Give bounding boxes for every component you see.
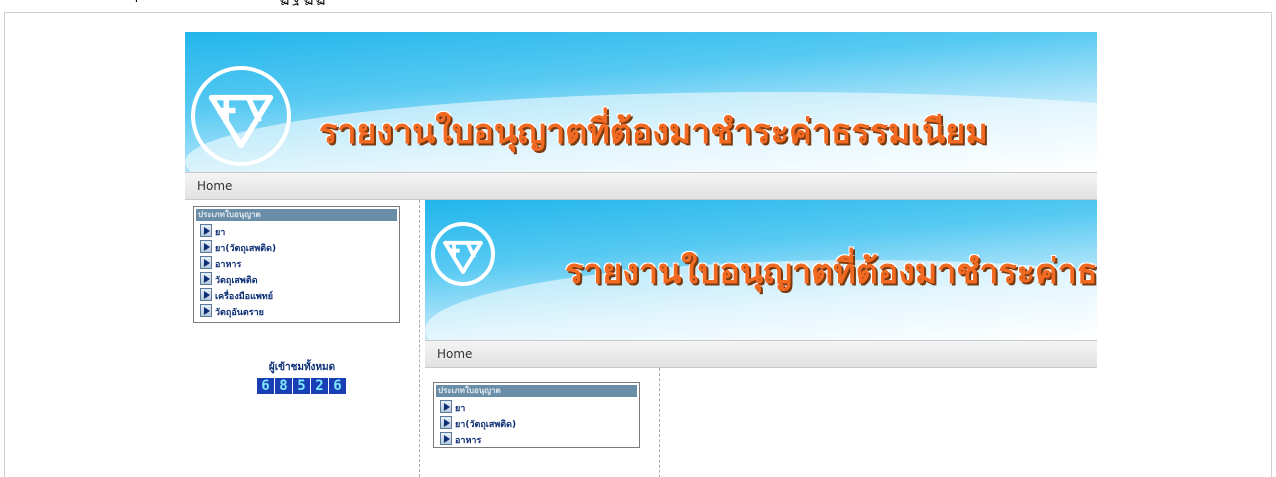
menu-item-drug-narcotic[interactable]: ยา(วัตถุเสพติด) bbox=[440, 415, 639, 431]
menu-item-label: ยา bbox=[215, 228, 226, 238]
home-link[interactable]: Home bbox=[197, 179, 232, 193]
visitor-counter: ผู้เข้าชมทั้งหมด 6 8 5 2 6 bbox=[185, 360, 419, 394]
counter-digit: 2 bbox=[311, 378, 328, 394]
counter-digit: 8 bbox=[275, 378, 292, 394]
menu-item-label: วัตถุอันตราย bbox=[215, 308, 264, 318]
outer-site: รายงานใบอนุญาตที่ต้องมาชำระค่าธรรมเนียม … bbox=[185, 32, 1097, 477]
menu-item-narcotic[interactable]: วัตถุเสพติด bbox=[200, 271, 399, 287]
visitor-counter-digits: 6 8 5 2 6 bbox=[257, 378, 347, 394]
nav-bar: Home bbox=[185, 172, 1097, 200]
clipped-glyph: ฏ bbox=[280, 0, 289, 5]
fda-logo-icon bbox=[191, 66, 291, 166]
menu-item-drug-narcotic[interactable]: ยา(วัตถุเสพติด) bbox=[200, 239, 399, 255]
banner-title: รายงานใบอนุญาตที่ต้องมาชำระค่าธรรมเนียม bbox=[319, 112, 988, 152]
header-banner: รายงานใบอนุญาตที่ต้องมาชำระค่าธรรมเนียม bbox=[185, 32, 1097, 172]
arrow-right-icon bbox=[200, 304, 212, 317]
menu-item-label: อาหาร bbox=[455, 436, 482, 446]
arrow-right-icon bbox=[200, 256, 212, 269]
license-type-menu: ประเภทใบอนุญาต ยา ยา(วัตถุเสพติด) อาหาร … bbox=[193, 206, 400, 323]
clipped-glyph: ฏ bbox=[304, 0, 313, 5]
menu-item-food[interactable]: อาหาร bbox=[200, 255, 399, 271]
counter-digit: 5 bbox=[293, 378, 310, 394]
arrow-right-icon bbox=[200, 240, 212, 253]
nested-banner-title: รายงานใบอนุญาตที่ต้องมาชำระค่าธรรมเนียม bbox=[565, 252, 1097, 292]
menu-item-medical-device[interactable]: เครื่องมือแพทย์ bbox=[200, 287, 399, 303]
nested-header-banner: รายงานใบอนุญาตที่ต้องมาชำระค่าธรรมเนียม bbox=[425, 200, 1097, 340]
arrow-right-icon bbox=[440, 416, 452, 429]
clipped-glyph: ฏ bbox=[316, 0, 325, 5]
nested-home-link[interactable]: Home bbox=[437, 347, 472, 361]
arrow-right-icon bbox=[440, 400, 452, 413]
menu-item-hazardous[interactable]: วัตถุอันตราย bbox=[200, 303, 399, 319]
menu-item-label: ยา(วัตถุเสพติด) bbox=[215, 244, 277, 254]
nested-license-type-menu: ประเภทใบอนุญาต ยา ยา(วัตถุเสพติด) อาหาร bbox=[433, 382, 640, 448]
arrow-right-icon bbox=[200, 224, 212, 237]
arrow-right-icon bbox=[440, 432, 452, 445]
visitor-counter-label: ผู้เข้าชมทั้งหมด bbox=[268, 362, 336, 373]
menu-item-label: เครื่องมือแพทย์ bbox=[215, 292, 274, 302]
nested-nav-bar: Home bbox=[425, 340, 1097, 368]
nested-sidebar: ประเภทใบอนุญาต ยา ยา(วัตถุเสพติด) อาหาร bbox=[425, 368, 660, 477]
clipped-glyph: ฐ bbox=[292, 0, 300, 5]
arrow-right-icon bbox=[200, 272, 212, 285]
arrow-right-icon bbox=[200, 288, 212, 301]
counter-digit: 6 bbox=[257, 378, 274, 394]
menu-item-label: ยา bbox=[455, 404, 466, 414]
menu-title: ประเภทใบอนุญาต bbox=[196, 209, 397, 221]
menu-item-food[interactable]: อาหาร bbox=[440, 431, 639, 447]
clipped-glyph: ฯ bbox=[130, 0, 138, 5]
menu-item-label: วัตถุเสพติด bbox=[215, 276, 258, 286]
menu-item-label: ยา(วัตถุเสพติด) bbox=[455, 420, 517, 430]
menu-title: ประเภทใบอนุญาต bbox=[436, 385, 637, 397]
sidebar: ประเภทใบอนุญาต ยา ยา(วัตถุเสพติด) อาหาร … bbox=[185, 200, 420, 477]
top-clipped-text: ฯ ฏ ฐ ฏ ฏ bbox=[130, 0, 330, 12]
menu-item-drug[interactable]: ยา bbox=[200, 223, 399, 239]
menu-item-label: อาหาร bbox=[215, 260, 242, 270]
menu-item-drug[interactable]: ยา bbox=[440, 399, 639, 415]
nested-page-frame: รายงานใบอนุญาตที่ต้องมาชำระค่าธรรมเนียม … bbox=[425, 200, 1097, 477]
counter-digit: 6 bbox=[329, 378, 346, 394]
fda-logo-icon bbox=[431, 222, 495, 286]
